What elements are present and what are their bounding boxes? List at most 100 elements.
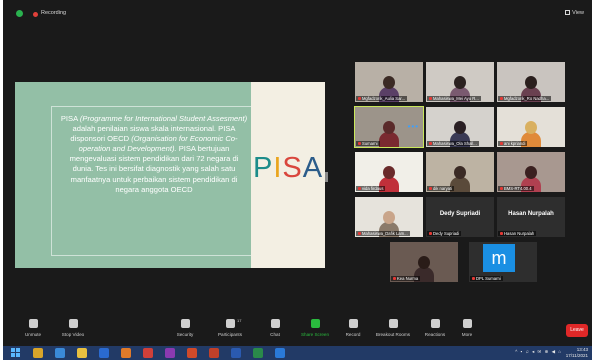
participant-tile[interactable]: Mgfadzorik_Ro Nadha... (497, 62, 565, 102)
participant-name-label: dik naryati (427, 186, 455, 191)
participant-name: DPL Sumarni (476, 276, 501, 281)
windows-start-icon[interactable] (11, 348, 21, 358)
participant-name: Mgfadzorik_Aulia Sar... (362, 96, 406, 101)
chat-bubble-icon (270, 319, 280, 328)
participant-tile[interactable]: Kea Nurma (390, 242, 458, 282)
breakout-rooms-button[interactable]: Breakout Rooms (371, 319, 415, 337)
participant-name: BMS-RT4.00.4 (504, 186, 532, 191)
panel-resize-handle[interactable] (325, 172, 328, 182)
powerpoint-icon[interactable] (209, 348, 219, 358)
participant-name: Hasan Nurpalah (504, 231, 535, 236)
participant-name-label: Hasan Nurpalah (498, 231, 537, 236)
pisa-logo-letter: S (282, 152, 303, 184)
muted-mic-icon (500, 232, 503, 235)
meeting-toolbar: Leave Unmute Stop Video Security Participan… (3, 315, 592, 346)
grid-view-icon (565, 10, 571, 15)
participant-tile[interactable]: dik naryati (426, 152, 494, 192)
participant-tile[interactable]: Mahasiswa_Mei Ayu R... (426, 62, 494, 102)
edge-icon[interactable] (55, 348, 65, 358)
slide-text-run: PISA (60, 114, 80, 123)
participant-name: vida firdaus (362, 186, 384, 191)
participant-tile[interactable]: Mgfadzorik_Aulia Sar... (355, 62, 423, 102)
record-button[interactable]: Record (331, 319, 375, 337)
toolbar-button-label: More (461, 332, 473, 337)
muted-mic-icon (393, 277, 396, 280)
view-label: View (572, 10, 584, 16)
participant-tile[interactable]: Mahasiswa_Dafik Lam... (355, 197, 423, 237)
encryption-shield-icon[interactable] (16, 10, 23, 17)
toolbar-button-label: Participants (217, 332, 242, 337)
clock-date: 17/11/2021 (565, 353, 588, 358)
people-icon (225, 319, 235, 328)
zoom-meeting-window: Recording View PISA (Programme for Inter… (3, 0, 592, 360)
participant-avatar-logo: m (483, 244, 515, 272)
participant-name-label: Mgfadzorik_Ro Nadha... (498, 96, 552, 101)
muted-mic-icon (358, 232, 361, 235)
outlook-icon[interactable] (99, 348, 109, 358)
taskbar-clock[interactable]: 13:43 17/11/2021 (566, 347, 588, 359)
more-button[interactable]: More (445, 319, 489, 337)
muted-mic-icon (500, 187, 503, 190)
muted-mic-icon (429, 142, 432, 145)
toolbar-button-label: Unmute (24, 332, 42, 337)
breakout-rooms-icon (388, 319, 398, 328)
file-explorer-icon[interactable] (77, 348, 87, 358)
recording-dot-icon (33, 12, 38, 17)
participant-name-label: Kea Nurma (391, 276, 421, 281)
participant-tile[interactable]: Mahasiswa_Ola Shall... (426, 107, 494, 147)
participant-tile[interactable]: ••• Sumarni (354, 106, 424, 148)
participant-name-label: Sumarni (356, 141, 380, 146)
excel-icon[interactable] (253, 348, 263, 358)
powerpoint-icon[interactable] (187, 348, 197, 358)
zoom-icon[interactable] (275, 348, 285, 358)
participant-tile[interactable]: Dedy Supriadi Dedy Supriadi (426, 197, 494, 237)
participant-name-label: Mahasiswa_Ola Shall... (427, 141, 479, 146)
participant-name: Mahasiswa_Ola Shall... (433, 141, 477, 146)
shared-screen-slide: PISA (Programme for International Studen… (15, 82, 325, 268)
chrome-icon[interactable] (33, 348, 43, 358)
participant-tile[interactable]: vida firdaus (355, 152, 423, 192)
participant-tile[interactable]: m DPL Sumarni (469, 242, 537, 282)
participant-name-label: BMS-RT4.00.4 (498, 186, 534, 191)
participant-name-label: Mgfadzorik_Aulia Sar... (356, 96, 408, 101)
participant-tile[interactable]: BMS-RT4.00.4 (497, 152, 565, 192)
participant-video-figure (379, 121, 399, 147)
participant-name: Mahasiswa_Dafik Lam... (362, 231, 408, 236)
browser-icon[interactable] (143, 348, 153, 358)
participant-tile[interactable]: ani kpriandi (497, 107, 565, 147)
word-icon[interactable] (231, 348, 241, 358)
muted-mic-icon (500, 97, 503, 100)
muted-mic-icon (429, 232, 432, 235)
more-dots-icon (462, 319, 472, 328)
participant-name-label: vida firdaus (356, 186, 386, 191)
slide-body-text: PISA (Programme for International Studen… (59, 114, 249, 195)
microphone-muted-icon (28, 319, 38, 328)
participant-name: Mgfadzorik_Ro Nadha... (504, 96, 550, 101)
more-options-icon[interactable]: ••• (408, 122, 419, 131)
unmute-button[interactable]: Unmute (11, 319, 55, 337)
muted-mic-icon (500, 142, 503, 145)
participant-name: ani kpriandi (504, 141, 526, 146)
meeting-top-bar: Recording View (3, 0, 592, 22)
toolbar-button-label: Security (176, 332, 194, 337)
participant-display-name: Dedy Supriadi (439, 211, 481, 217)
record-icon (348, 319, 358, 328)
security-button[interactable]: Security (163, 319, 207, 337)
participants-button[interactable]: Participants 17 (208, 318, 252, 337)
participant-name: dik naryati (433, 186, 453, 191)
toolbar-button-label: Chat (270, 332, 280, 337)
participant-name-label: Dedy Supriadi (427, 231, 462, 236)
chat-button[interactable]: Chat (253, 319, 297, 337)
participant-tile[interactable]: Hasan Nurpalah Hasan Nurpalah (497, 197, 565, 237)
participant-name: Sumarni (362, 141, 378, 146)
view-button[interactable]: View (565, 10, 584, 16)
onenote-icon[interactable] (165, 348, 175, 358)
participant-display-name: Hasan Nurpalah (508, 211, 554, 217)
leave-button[interactable]: Leave (566, 324, 588, 337)
muted-mic-icon (472, 277, 475, 280)
muted-mic-icon (358, 97, 361, 100)
windows-taskbar: ^ ▪ ♫ ◂ ✉ ⊕ ◀ ⌂ 13:43 17/11/2021 (3, 346, 592, 360)
firefox-icon[interactable] (121, 348, 131, 358)
system-tray[interactable]: ^ ▪ ♫ ◂ ✉ ⊕ ◀ ⌂ (515, 349, 562, 355)
stop-video-button[interactable]: Stop Video (51, 319, 95, 337)
